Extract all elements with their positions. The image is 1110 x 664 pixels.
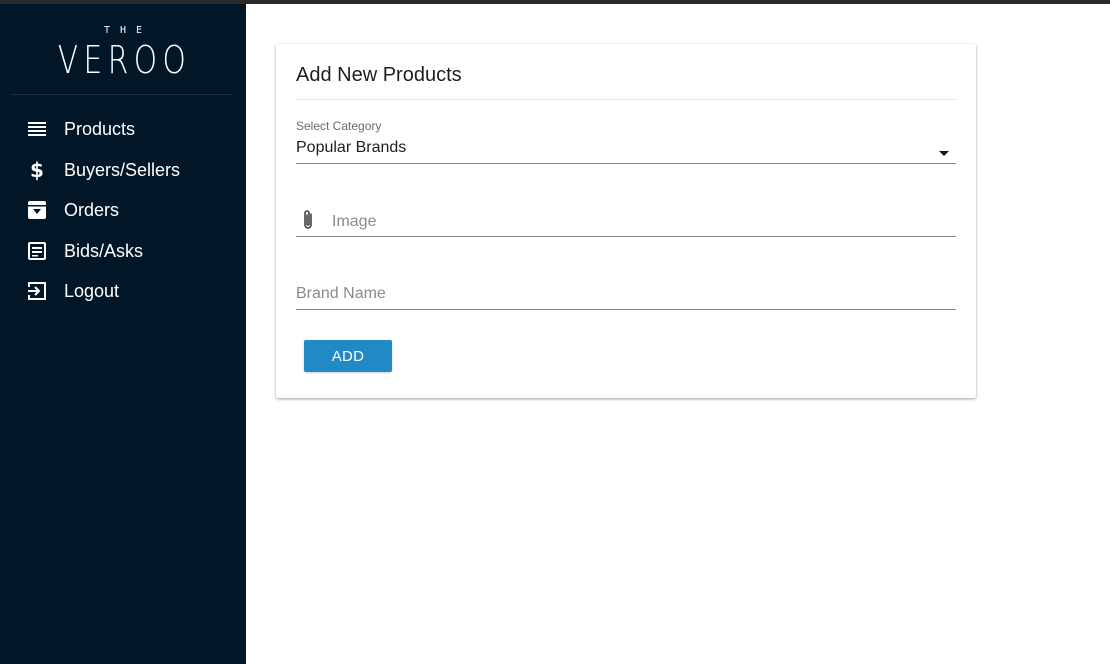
sidebar: THE VEROO Products $ Buyers/Sellers Orde… [0,4,246,664]
sidebar-item-products[interactable]: Products [0,109,246,150]
page-title: Add New Products [296,64,462,86]
sidebar-item-buyers-sellers[interactable]: $ Buyers/Sellers [0,150,246,191]
image-placeholder: Image [332,213,377,230]
sidebar-item-logout[interactable]: Logout [0,271,246,312]
category-value: Popular Brands [296,139,407,156]
logout-icon [26,280,48,302]
dropdown-arrow-icon [938,144,950,162]
sidebar-item-bids-asks[interactable]: Bids/Asks [0,231,246,272]
logo-prefix: THE [103,25,153,36]
category-label: Select Category [296,119,382,133]
sidebar-divider [11,94,231,95]
add-button[interactable]: ADD [304,340,392,372]
brand-name-input[interactable] [296,280,956,308]
dollar-icon: $ [26,159,48,181]
paperclip-icon [300,208,316,237]
document-icon [26,240,48,262]
sidebar-item-label: Orders [64,200,120,221]
svg-text:$: $ [30,159,44,181]
image-upload-field[interactable]: Image [296,206,956,237]
sidebar-item-label: Bids/Asks [64,240,144,261]
sidebar-item-label: Buyers/Sellers [64,159,181,180]
brand-name-field [296,280,956,310]
logo: THE VEROO [0,24,246,80]
sidebar-nav: Products $ Buyers/Sellers Orders Bids/As… [0,109,246,312]
add-product-card: Add New Products Select Category Popular… [276,44,976,398]
sidebar-item-label: Logout [64,281,120,302]
category-select[interactable]: Select Category Popular Brands [296,118,956,164]
logo-name: VEROO [57,38,192,82]
list-icon [26,118,48,140]
archive-icon [26,199,48,221]
card-divider [296,99,956,100]
sidebar-item-orders[interactable]: Orders [0,190,246,231]
sidebar-item-label: Products [64,119,136,140]
